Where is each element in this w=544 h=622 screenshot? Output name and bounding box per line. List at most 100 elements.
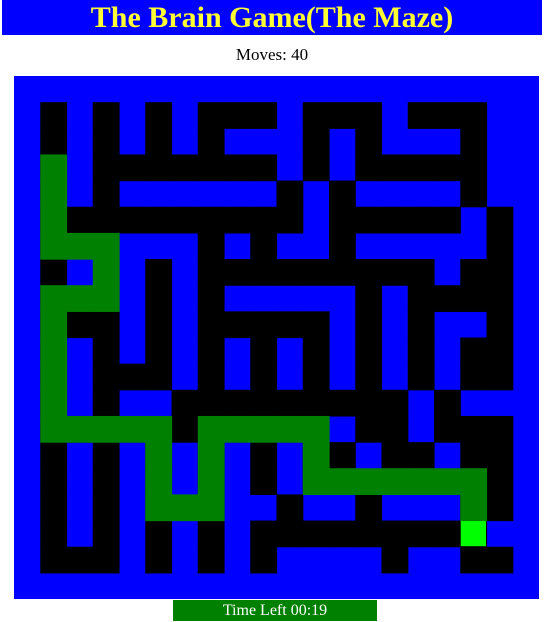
visited-trail-cell [119, 415, 146, 443]
maze-path-cell [276, 520, 304, 548]
maze-path-cell [434, 285, 461, 312]
maze-path-cell [92, 128, 120, 156]
maze-path-cell [250, 154, 278, 182]
maze-path-cell [329, 232, 356, 260]
maze-path-cell [355, 128, 383, 156]
visited-trail-cell [66, 285, 94, 312]
maze-path-cell [197, 206, 225, 234]
maze-path-cell [355, 494, 383, 522]
maze-path-cell [434, 415, 461, 443]
maze-path-cell [355, 154, 383, 182]
visited-trail-cell [302, 442, 330, 469]
maze-path-cell [92, 520, 120, 548]
maze-path-cell [407, 285, 435, 312]
maze-path-cell [92, 311, 120, 339]
maze-path-cell [145, 285, 173, 312]
maze-path-cell [224, 389, 251, 417]
maze-path-cell [119, 206, 146, 234]
maze-path-cell [171, 154, 199, 182]
maze-path-cell [40, 546, 68, 574]
maze-path-cell [355, 363, 383, 391]
maze-path-cell [434, 389, 461, 417]
maze-path-cell [119, 154, 146, 182]
maze-path-cell [197, 337, 225, 365]
maze-path-cell [486, 442, 514, 469]
maze-path-cell [276, 311, 304, 339]
maze-path-cell [197, 311, 225, 339]
maze-path-cell [40, 468, 68, 495]
maze-path-cell [355, 206, 383, 234]
maze-path-cell [40, 102, 68, 129]
maze-path-cell [407, 363, 435, 391]
maze-path-cell [145, 311, 173, 339]
maze-path-cell [145, 337, 173, 365]
maze-path-cell [92, 206, 120, 234]
maze-path-cell [276, 180, 304, 208]
maze-path-cell [92, 180, 120, 208]
maze-path-cell [407, 154, 435, 182]
maze-path-cell [381, 520, 409, 548]
maze-board[interactable] [14, 76, 539, 599]
maze-path-cell [486, 232, 514, 260]
maze-path-cell [224, 154, 251, 182]
maze-path-cell [276, 494, 304, 522]
maze-path-cell [486, 259, 514, 286]
maze-path-cell [92, 442, 120, 469]
maze-path-cell [355, 415, 383, 443]
visited-trail-cell [460, 468, 488, 495]
maze-path-cell [355, 311, 383, 339]
maze-path-cell [460, 442, 488, 469]
maze-path-cell [407, 259, 435, 286]
visited-trail-cell [40, 363, 68, 391]
maze-path-cell [197, 128, 225, 156]
maze-path-cell [355, 520, 383, 548]
maze-path-cell [145, 128, 173, 156]
maze-path-cell [302, 259, 330, 286]
maze-path-cell [145, 546, 173, 574]
maze-path-cell [460, 154, 488, 182]
visited-trail-cell [40, 389, 68, 417]
maze-path-cell [224, 311, 251, 339]
maze-path-cell [486, 415, 514, 443]
maze-path-cell [66, 311, 94, 339]
maze-path-cell [92, 337, 120, 365]
maze-path-cell [92, 494, 120, 522]
maze-path-cell [329, 520, 356, 548]
maze-path-cell [407, 102, 435, 129]
maze-path-cell [460, 337, 488, 365]
visited-trail-cell [92, 415, 120, 443]
maze-path-cell [197, 154, 225, 182]
maze-path-cell [355, 337, 383, 365]
visited-trail-cell [145, 442, 173, 469]
maze-path-cell [434, 206, 461, 234]
visited-trail-cell [92, 259, 120, 286]
visited-trail-cell [66, 415, 94, 443]
visited-trail-cell [40, 180, 68, 208]
visited-trail-cell [40, 337, 68, 365]
game-title: The Brain Game(The Maze) [2, 0, 542, 35]
visited-trail-cell [145, 468, 173, 495]
maze-path-cell [355, 285, 383, 312]
maze-path-cell [250, 337, 278, 365]
maze-path-cell [40, 259, 68, 286]
maze-grid[interactable] [14, 76, 539, 599]
maze-path-cell [460, 285, 488, 312]
player-marker[interactable] [460, 521, 486, 547]
maze-path-cell [381, 442, 409, 469]
maze-path-cell [460, 259, 488, 286]
maze-path-cell [145, 363, 173, 391]
maze-path-cell [486, 206, 514, 234]
visited-trail-cell [145, 494, 173, 522]
maze-path-cell [407, 442, 435, 469]
maze-path-cell [460, 415, 488, 443]
visited-trail-cell [302, 468, 330, 495]
maze-path-cell [92, 363, 120, 391]
maze-path-cell [197, 285, 225, 312]
maze-path-cell [250, 468, 278, 495]
maze-path-cell [302, 337, 330, 365]
maze-path-cell [145, 259, 173, 286]
maze-path-cell [197, 259, 225, 286]
maze-path-cell [302, 311, 330, 339]
visited-trail-cell [276, 415, 304, 443]
maze-path-cell [381, 259, 409, 286]
